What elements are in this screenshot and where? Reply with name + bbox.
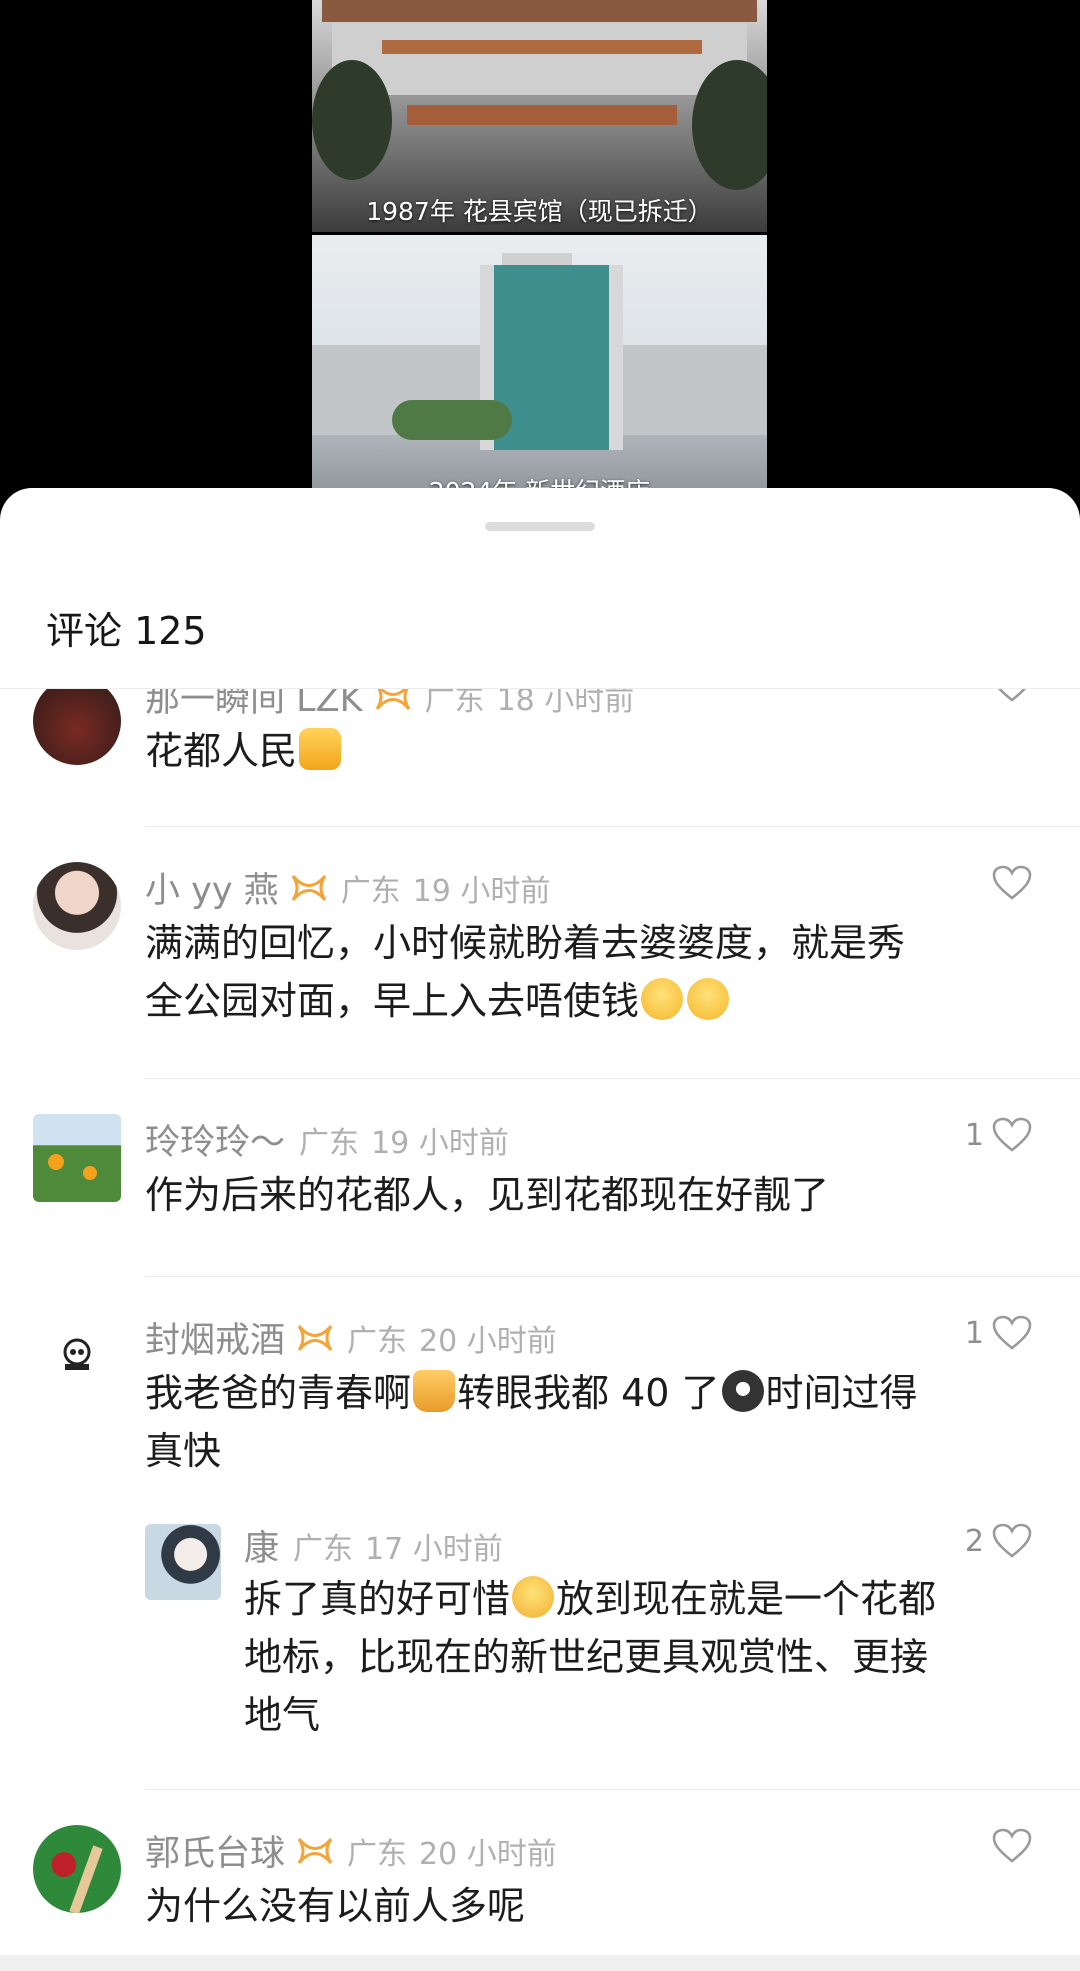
username[interactable]: 封烟戒酒 <box>145 1312 285 1363</box>
timestamp: 18 小时前 <box>496 689 635 718</box>
like-count: 1 <box>964 1117 984 1153</box>
thumbs-up-icon <box>299 728 342 770</box>
fan-badge-icon <box>297 1324 333 1351</box>
location: 广东 <box>340 873 401 909</box>
divider <box>145 1789 1080 1790</box>
reply-text: 拆了真的好可惜 放到现在就是一个花都 地标，比现在的新世纪更具观赏性、更接 地气 <box>244 1576 937 1737</box>
divider <box>145 1276 1080 1277</box>
timestamp: 20 小时前 <box>419 1836 557 1872</box>
photo-caption-1: 1987年 花县宾馆（现已拆迁） <box>366 197 713 226</box>
reply-avatar[interactable] <box>145 1524 221 1600</box>
avatar[interactable] <box>33 1312 121 1400</box>
hotel-roof-lower <box>382 40 702 54</box>
heart-icon[interactable] <box>992 865 1032 901</box>
heart-icon[interactable] <box>992 1523 1032 1559</box>
location: 广东 <box>347 1836 408 1872</box>
reply-username[interactable]: 康 <box>244 1520 279 1571</box>
like-button[interactable]: 1 <box>965 1315 1032 1351</box>
username[interactable]: 玲玲玲～ <box>145 1114 285 1165</box>
timestamp: 17 小时前 <box>365 1531 503 1567</box>
heart-icon[interactable] <box>992 689 1032 703</box>
fan-badge-icon <box>375 689 410 710</box>
location: 广东 <box>424 689 485 718</box>
divider <box>145 826 1080 827</box>
timestamp: 19 小时前 <box>371 1125 509 1161</box>
fan-badge-icon <box>297 1837 333 1864</box>
username[interactable]: 郭氏台球 <box>145 1825 285 1876</box>
username[interactable]: 小 yy 燕 <box>145 862 279 913</box>
shocked-face-icon <box>721 1370 764 1412</box>
comment-sheet: 评论 125 那一瞬间 LZK 广东 18 小时前 花都人民 小 yy 燕 广东… <box>0 488 1080 1971</box>
heart-icon[interactable] <box>992 1315 1032 1351</box>
comment-list[interactable]: 那一瞬间 LZK 广东 18 小时前 花都人民 小 yy 燕 广东 19 小时前… <box>0 689 1080 1971</box>
hotel-roof <box>322 0 757 22</box>
trees <box>392 400 512 440</box>
tree <box>692 60 767 190</box>
tree <box>312 60 392 180</box>
location: 广东 <box>347 1323 408 1359</box>
avatar[interactable] <box>33 689 121 765</box>
like-button[interactable]: 1 <box>965 1117 1032 1153</box>
hotel-gate <box>407 105 677 125</box>
username[interactable]: 那一瞬间 LZK <box>145 689 363 722</box>
comment-text: 满满的回忆，小时候就盼着去婆婆度，就是秀 全公园对面，早上入去唔使钱 <box>145 921 906 1023</box>
heart-icon[interactable] <box>992 1828 1032 1864</box>
photo-1987-hotel: 1987年 花县宾馆（现已拆迁） <box>312 0 767 232</box>
avatar[interactable] <box>33 862 121 950</box>
avatar[interactable] <box>33 1114 121 1202</box>
heart-icon[interactable] <box>992 1117 1032 1153</box>
bottom-bar <box>0 1955 1080 1971</box>
photo-2024-hotel: 2024年 新世纪酒店 <box>312 235 767 500</box>
comment-text: 作为后来的花都人，见到花都现在好靓了 <box>145 1173 830 1217</box>
crying-laughing-icon <box>687 978 730 1020</box>
avatar[interactable] <box>33 1825 121 1913</box>
praying-hands-icon <box>413 1370 456 1412</box>
like-count: 1 <box>964 1315 984 1351</box>
like-count: 2 <box>964 1523 984 1559</box>
crying-laughing-icon <box>641 978 684 1020</box>
location: 广东 <box>293 1531 354 1567</box>
fan-badge-icon <box>291 874 326 901</box>
comment-text: 为什么没有以前人多呢 <box>145 1884 526 1928</box>
timestamp: 19 小时前 <box>412 873 551 909</box>
post-media[interactable]: 1987年 花县宾馆（现已拆迁） 2024年 新世纪酒店 <box>312 0 767 500</box>
comment-count-title: 评论 125 <box>46 609 207 653</box>
like-button[interactable]: 2 <box>965 1523 1032 1559</box>
comment-text: 花都人民 <box>145 722 343 780</box>
location: 广东 <box>299 1125 360 1161</box>
divider <box>145 1078 1080 1079</box>
comment-text: 我老爸的青春啊 转眼我都 40 了时间过得 真快 <box>145 1370 918 1473</box>
sad-face-icon <box>512 1576 555 1618</box>
drag-handle[interactable] <box>485 522 595 531</box>
timestamp: 20 小时前 <box>419 1323 557 1359</box>
